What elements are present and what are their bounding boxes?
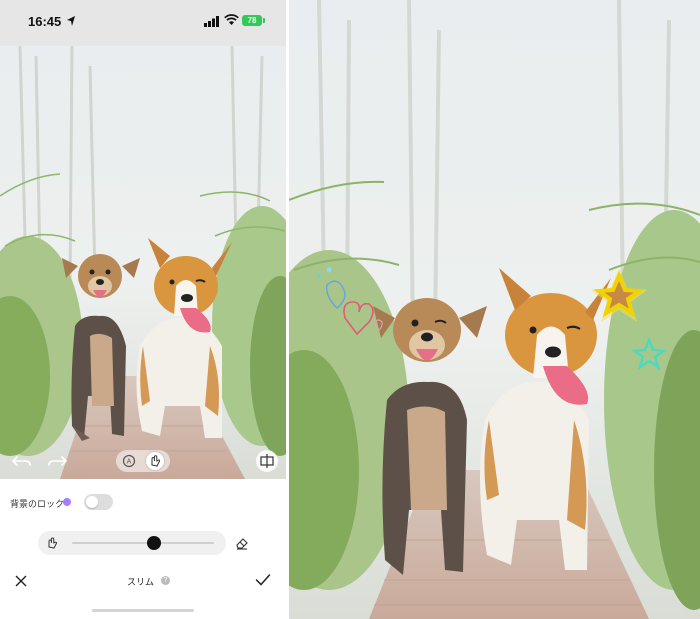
status-time: 16:45 [28, 14, 62, 29]
screenshot-root: 16:45 78 A 背景のロック スリム ? [0, 0, 700, 619]
editor-screen: 16:45 78 A 背景のロック スリム ? [0, 0, 286, 619]
dogs-photo-edit [0, 46, 286, 479]
eraser-icon[interactable] [234, 535, 250, 551]
status-bar: 16:45 78 [0, 0, 286, 46]
slider-track [72, 542, 214, 544]
help-icon[interactable]: ? [161, 576, 170, 585]
battery-icon: 78 [242, 15, 265, 26]
brush-size-slider[interactable] [38, 531, 226, 555]
signal-icon [204, 16, 219, 27]
close-icon[interactable] [14, 574, 28, 588]
tool-name: スリム [127, 577, 155, 587]
lock-background-toggle[interactable] [84, 494, 113, 510]
redo-icon[interactable] [46, 453, 68, 469]
battery-level: 78 [247, 16, 257, 25]
auto-mode-icon[interactable]: A [120, 452, 138, 470]
premium-badge-icon [63, 498, 71, 506]
toggle-knob [86, 496, 98, 508]
hand-brush-icon[interactable] [44, 535, 60, 551]
compare-icon[interactable] [256, 450, 278, 472]
slider-thumb[interactable] [147, 536, 162, 550]
wifi-icon [224, 14, 239, 25]
dogs-photo-result [289, 0, 700, 619]
location-arrow-icon [67, 16, 75, 26]
result-photo [289, 0, 700, 619]
check-icon[interactable] [255, 573, 271, 587]
lock-background-label: 背景のロック [10, 499, 65, 509]
undo-icon[interactable] [11, 453, 33, 469]
svg-text:A: A [127, 459, 132, 466]
mode-toggle[interactable]: A [116, 450, 170, 472]
manual-hand-icon[interactable] [146, 452, 164, 470]
editing-canvas[interactable] [0, 46, 286, 479]
adjust-panel: 背景のロック スリム ? [0, 479, 286, 619]
home-indicator [92, 609, 194, 612]
